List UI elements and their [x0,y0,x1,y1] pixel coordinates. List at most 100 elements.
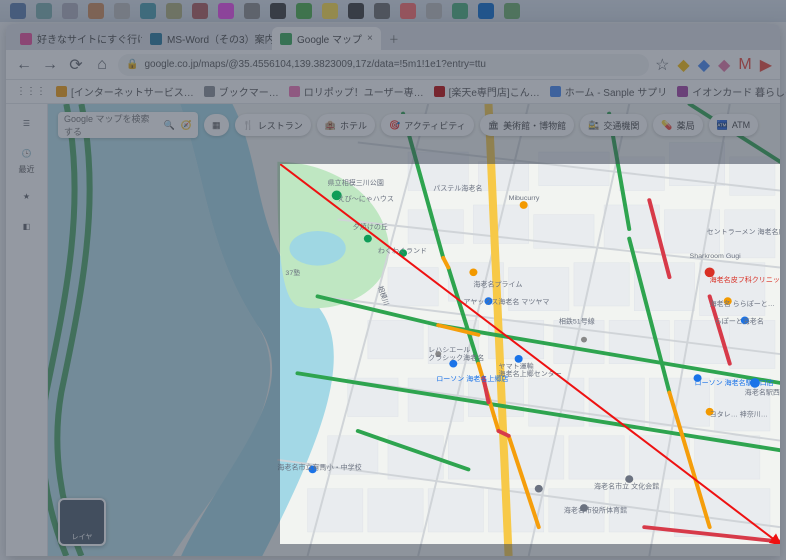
svg-text:Mibucurry: Mibucurry [509,195,540,202]
atm-icon: 🏧 [717,120,728,131]
bookmark-item[interactable]: ブックマー… [204,84,279,99]
dock-app-icon[interactable] [36,3,52,19]
chip-hotels[interactable]: 🏨ホテル [317,114,375,136]
bookmark-item[interactable]: [楽天e専門店]こん… [434,84,540,99]
layers-icon: ▦ [212,120,221,131]
svg-text:アヤックス海老名 マツヤマ: アヤックス海老名 マツヤマ [463,297,549,306]
svg-text:クラシック海老名: クラシック海老名 [428,353,484,362]
chip-label: ATM [732,120,750,130]
back-button[interactable]: ← [14,55,34,75]
bookmark-item[interactable]: イオンカード 暮らしの… [677,84,786,99]
back-icon: ← [16,56,32,74]
bookmark-item[interactable]: [インターネットサービス… [56,84,194,99]
google-maps-viewport[interactable]: ☰ 🕒 最近 ★ ◧ Google マップを検索する 🔍 🧭 ▦ 🍴レストラン 🏨… [6,104,780,556]
dock-app-icon[interactable] [244,3,260,19]
svg-text:ヨタレ… 神奈川…: ヨタレ… 神奈川… [710,410,768,419]
dock-app-icon[interactable] [166,3,182,19]
favicon-icon [280,33,292,45]
svg-text:相鉄51号線: 相鉄51号線 [559,316,595,325]
dock-app-icon[interactable] [296,3,312,19]
dock-app-icon[interactable] [452,3,468,19]
bookmark-label: [インターネットサービス… [71,84,194,99]
dock-app-icon[interactable] [400,3,416,19]
bookmark-item[interactable]: ホーム - Sanple サプリ [550,84,668,99]
chip-atm[interactable]: 🏧 ATM [709,114,759,136]
extension-icon[interactable]: ◆ [677,55,689,75]
dock-app-icon[interactable] [426,3,442,19]
new-tab-button[interactable]: ＋ [381,27,407,50]
svg-text:海老名 ららぽーと…: 海老名 ららぽーと… [710,299,775,308]
tab[interactable]: 好きなサイトにすぐ行けるナビゲー… × [12,27,142,50]
svg-text:海老名皮フ科クリニック: 海老名皮フ科クリニック [710,275,780,284]
close-icon[interactable]: × [367,33,373,44]
forward-button[interactable]: → [40,55,60,75]
dock-app-icon[interactable] [348,3,364,19]
chip-label: レストラン [258,119,303,132]
maps-search-box[interactable]: Google マップを検索する 🔍 🧭 [58,112,198,138]
dock-app-icon[interactable] [478,3,494,19]
dock-app-icon[interactable] [140,3,156,19]
omnibox[interactable]: 🔒 google.co.jp/maps/@35.4556104,139.3823… [118,54,649,76]
dock-app-icon[interactable] [88,3,104,19]
directions-icon[interactable]: 🧭 [181,120,192,131]
dock-app-icon[interactable] [374,3,390,19]
museum-icon: 🏛 [488,120,499,131]
map-canvas[interactable]: 県立相模三川公園 えび～にゃハウス 夕焼けの丘 わくわくランド 37塾 パステル… [6,104,780,556]
dock-app-icon[interactable] [322,3,338,19]
chip-transit[interactable]: 🚉 交通機関 [580,114,647,136]
bookmark-label: ロリポップ！ユーザー専… [304,84,424,99]
sidebar-label: 最近 [19,164,35,175]
youtube-icon[interactable]: ▶ [760,55,772,75]
apps-icon[interactable]: ⋮⋮⋮ [16,86,46,97]
dock-app-icon[interactable] [10,3,26,19]
chip-layers[interactable]: ▦ [204,114,229,136]
tab[interactable]: MS-Word（その3）案内の地図… × [142,27,272,50]
transit-icon: 🚉 [588,120,599,131]
bookmark-label: [楽天e専門店]こん… [449,84,540,99]
bookmark-item[interactable]: ロリポップ！ユーザー専… [289,84,424,99]
forward-icon: → [42,56,58,74]
dock-app-icon[interactable] [270,3,286,19]
dock-app-icon[interactable] [192,3,208,19]
saved-button[interactable]: ★ [18,187,36,205]
tab-active[interactable]: Google マップ × [272,27,381,50]
chip-label: ホテル [340,119,367,132]
chip-museums[interactable]: 🏛美術館・博物館 [480,114,574,136]
reload-button[interactable]: ⟳ [66,55,86,75]
panel-button[interactable]: ◧ [18,217,36,235]
recent-button[interactable]: 🕒 最近 [18,144,36,175]
chip-label: 交通機関 [603,119,639,132]
chip-activities[interactable]: 🎯アクティビティ [381,114,474,136]
maps-top-controls: Google マップを検索する 🔍 🧭 ▦ 🍴レストラン 🏨ホテル 🎯アクティビ… [58,112,758,138]
svg-text:海老名市役所体育館: 海老名市役所体育館 [564,506,627,515]
svg-text:らぽーと海老名: らぽーと海老名 [715,316,764,325]
svg-text:ヤマト運輸: ヤマト運輸 [499,362,534,371]
svg-text:海老名上郷センター: 海老名上郷センター [499,369,562,378]
macos-dock [0,0,786,22]
dock-app-icon[interactable] [114,3,130,19]
extension-icon[interactable]: ◆ [698,55,710,75]
maps-sidebar: ☰ 🕒 最近 ★ ◧ [6,104,48,556]
chip-restaurants[interactable]: 🍴レストラン [235,114,311,136]
lock-icon: 🔒 [126,59,138,70]
svg-text:レハシエール: レハシエール [428,347,470,354]
gmail-icon[interactable]: M [738,56,751,74]
home-button[interactable]: ⌂ [92,55,112,75]
svg-text:パステル海老名: パステル海老名 [433,184,482,193]
svg-text:夕焼けの丘: 夕焼けの丘 [353,222,388,231]
layers-thumbnail[interactable]: レイヤ [58,498,106,546]
star-icon[interactable]: ☆ [655,55,669,75]
menu-button[interactable]: ☰ [18,114,36,132]
extension-icon[interactable]: ◆ [718,55,730,75]
chip-pharmacy[interactable]: 💊薬局 [653,114,702,136]
tab-title: 好きなサイトにすぐ行けるナビゲー… [37,31,142,46]
search-icon[interactable]: 🔍 [164,120,175,131]
bookmark-label: ブックマー… [219,84,279,99]
home-icon: ⌂ [97,56,107,74]
bookmark-favicon-icon [677,86,688,97]
svg-text:Sharkroom Gugi: Sharkroom Gugi [690,253,742,260]
dock-app-icon[interactable] [504,3,520,19]
dock-app-icon[interactable] [62,3,78,19]
clock-icon: 🕒 [18,144,36,162]
dock-app-icon[interactable] [218,3,234,19]
